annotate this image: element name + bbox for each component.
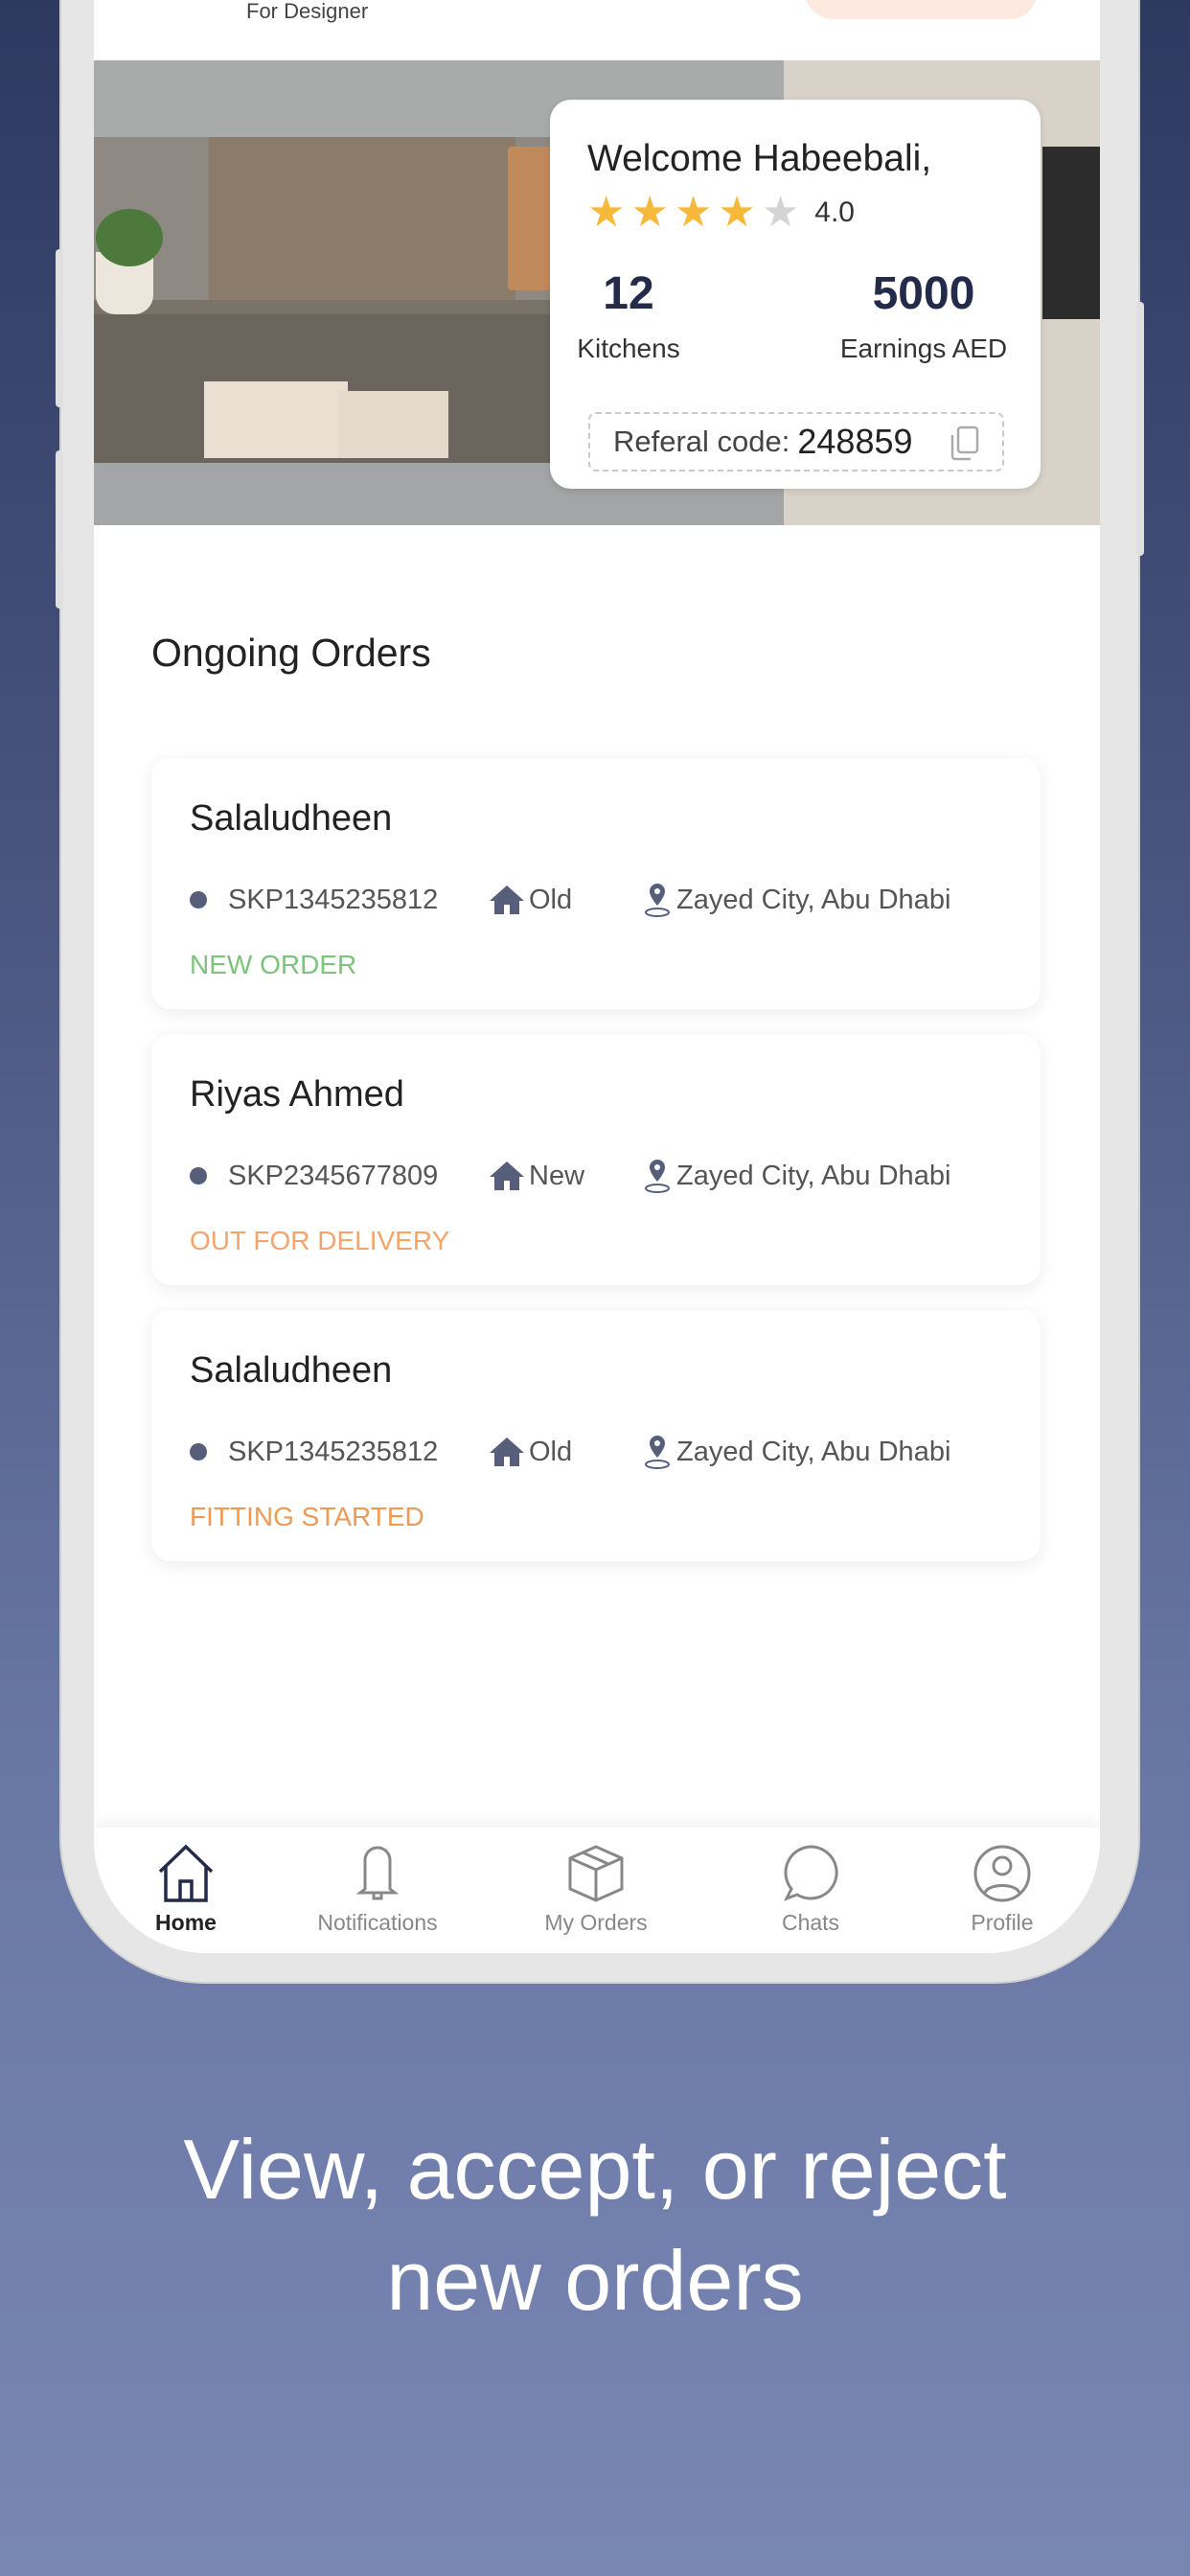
referral-code: 248859 [797, 422, 913, 461]
box-icon [568, 1845, 624, 1902]
nav-label: Home [155, 1910, 217, 1935]
customer-name: Salaludheen [190, 798, 393, 839]
star-icon: ★ [630, 189, 669, 236]
star-icon: ★ [674, 189, 713, 236]
copy-icon[interactable] [949, 426, 981, 462]
stat-earnings: 5000 Earnings AED [818, 267, 1029, 364]
order-meta: SKP1345235812 Old Zayed City, Abu Dhabi [190, 1433, 1014, 1471]
nav-home[interactable]: Home [100, 1843, 272, 1936]
referral-label: Referal code: [613, 425, 790, 458]
star-empty-icon: ★ [761, 189, 800, 236]
nav-label: Profile [971, 1910, 1034, 1935]
hero-kitchen-image: Welcome Habeebali, ★ ★ ★ ★ ★ 4.0 12 Kitc… [94, 60, 1100, 525]
location-pin-icon [645, 1160, 670, 1193]
order-card[interactable]: Salaludheen SKP1345235812 Old Zayed City… [151, 758, 1041, 1009]
promo-caption: View, accept, or reject new orders [0, 2114, 1190, 2336]
stat-label: Kitchens [577, 334, 680, 363]
rating-stars: ★ ★ ★ ★ ★ 4.0 [587, 192, 855, 234]
order-id: SKP1345235812 [228, 1436, 439, 1467]
caption-line: View, accept, or reject [183, 2122, 1007, 2217]
app-header: For Designer [94, 0, 1100, 60]
bullet-icon [190, 1167, 207, 1184]
rating-value: 4.0 [814, 196, 855, 228]
stat-value: 5000 [872, 268, 975, 319]
nav-label: Notifications [317, 1910, 438, 1935]
app-screen: For Designer Welcome Habeebali, ★ ★ ★ ★ … [94, 0, 1100, 1953]
welcome-greeting: Welcome Habeebali, [587, 138, 932, 179]
referral-code-box: Referal code: 248859 [588, 412, 1004, 472]
order-location: Zayed City, Abu Dhabi [676, 1160, 951, 1191]
caption-line: new orders [386, 2233, 804, 2328]
phone-side-button [56, 249, 63, 407]
nav-my-orders[interactable]: My Orders [510, 1843, 682, 1936]
nav-profile[interactable]: Profile [916, 1843, 1088, 1936]
phone-frame: For Designer Welcome Habeebali, ★ ★ ★ ★ … [61, 0, 1138, 1982]
order-id: SKP2345677809 [228, 1160, 439, 1191]
house-icon [490, 886, 524, 914]
kitchen-type: New [529, 1160, 585, 1191]
order-card[interactable]: Salaludheen SKP1345235812 Old Zayed City… [151, 1310, 1041, 1561]
nav-notifications[interactable]: Notifications [291, 1843, 464, 1936]
app-tagline: For Designer [246, 0, 369, 23]
order-id: SKP1345235812 [228, 884, 439, 915]
house-icon [490, 1438, 524, 1466]
stat-kitchens: 12 Kitchens [571, 267, 686, 364]
order-status: OUT FOR DELIVERY [190, 1226, 450, 1255]
header-action-button[interactable] [805, 0, 1038, 19]
order-status: NEW ORDER [190, 950, 357, 979]
nav-chats[interactable]: Chats [724, 1843, 897, 1936]
star-icon: ★ [587, 189, 626, 236]
bullet-icon [190, 1443, 207, 1460]
kitchen-type: Old [529, 1436, 573, 1467]
section-title-ongoing-orders: Ongoing Orders [151, 631, 431, 675]
stat-label: Earnings AED [839, 334, 1008, 363]
customer-name: Salaludheen [190, 1350, 393, 1391]
nav-label: My Orders [544, 1910, 648, 1935]
location-pin-icon [645, 1436, 670, 1469]
order-card[interactable]: Riyas Ahmed SKP2345677809 New Zayed City… [151, 1034, 1041, 1285]
star-icon: ★ [718, 189, 756, 236]
profile-icon [973, 1845, 1031, 1902]
kitchen-type: Old [529, 884, 573, 915]
customer-name: Riyas Ahmed [190, 1074, 404, 1115]
order-status: FITTING STARTED [190, 1502, 424, 1531]
order-meta: SKP2345677809 New Zayed City, Abu Dhabi [190, 1157, 1014, 1195]
welcome-card: Welcome Habeebali, ★ ★ ★ ★ ★ 4.0 12 Kitc… [550, 100, 1041, 489]
bell-icon [355, 1846, 400, 1900]
house-icon [490, 1162, 524, 1190]
order-location: Zayed City, Abu Dhabi [676, 1436, 951, 1467]
chat-icon [783, 1845, 838, 1901]
order-meta: SKP1345235812 Old Zayed City, Abu Dhabi [190, 881, 1014, 919]
nav-label: Chats [781, 1910, 840, 1935]
phone-side-button [56, 450, 63, 609]
order-location: Zayed City, Abu Dhabi [676, 884, 951, 915]
home-icon [158, 1844, 214, 1902]
bottom-navigation: Home Notifications My Orders Chats Profi… [94, 1828, 1100, 1953]
bullet-icon [190, 891, 207, 908]
location-pin-icon [645, 884, 670, 917]
phone-side-button [1136, 302, 1144, 556]
stat-value: 12 [603, 268, 654, 319]
